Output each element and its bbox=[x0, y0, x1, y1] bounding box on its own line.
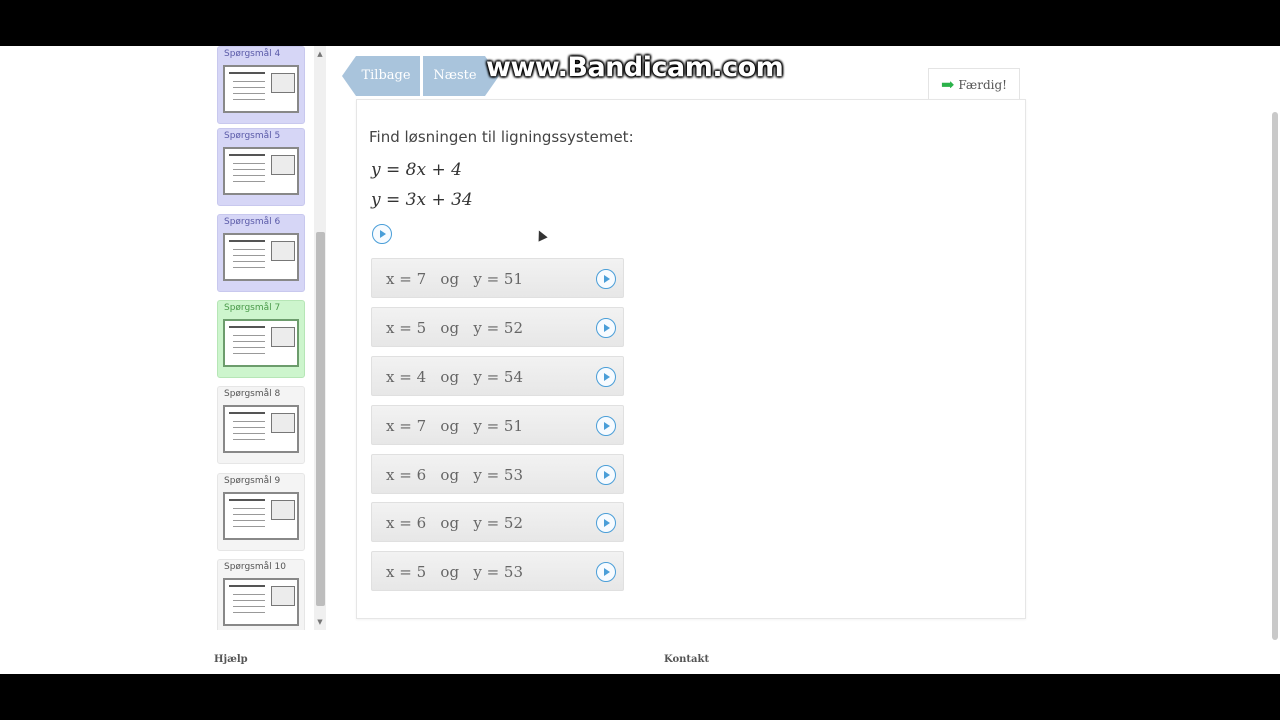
sidebar-scrollbar-thumb[interactable] bbox=[316, 232, 325, 606]
bandicam-watermark: www.Bandicam.com bbox=[486, 52, 784, 83]
sidebar-item-question-7[interactable]: Spørgsmål 7 bbox=[217, 300, 305, 378]
answer-option-1[interactable]: x = 7 og y = 51 bbox=[371, 258, 624, 298]
sidebar-item-label: Spørgsmål 6 bbox=[224, 217, 281, 227]
answer-option-4[interactable]: x = 7 og y = 51 bbox=[371, 405, 624, 445]
answer-text: x = 5 og y = 52 bbox=[386, 319, 524, 337]
play-audio-icon[interactable] bbox=[596, 416, 616, 436]
sidebar-item-question-9[interactable]: Spørgsmål 9 bbox=[217, 473, 305, 551]
thumbnail-preview bbox=[223, 319, 299, 367]
answer-text: x = 5 og y = 53 bbox=[386, 563, 524, 581]
answer-option-2[interactable]: x = 5 og y = 52 bbox=[371, 307, 624, 347]
sidebar-item-label: Spørgsmål 8 bbox=[224, 389, 281, 399]
arrow-right-icon: ➡ bbox=[941, 75, 955, 94]
equation-1: y = 8x + 4 bbox=[371, 160, 462, 180]
sidebar-item-label: Spørgsmål 7 bbox=[224, 303, 281, 313]
back-button[interactable]: Tilbage bbox=[342, 56, 420, 96]
play-audio-icon[interactable] bbox=[596, 513, 616, 533]
answer-option-5[interactable]: x = 6 og y = 53 bbox=[371, 454, 624, 494]
scroll-down-icon[interactable]: ▼ bbox=[316, 618, 324, 626]
play-audio-icon[interactable] bbox=[372, 224, 392, 244]
answer-text: x = 7 og y = 51 bbox=[386, 417, 524, 435]
sidebar-item-label: Spørgsmål 4 bbox=[224, 49, 281, 59]
answer-text: x = 7 og y = 51 bbox=[386, 270, 524, 288]
answer-option-6[interactable]: x = 6 og y = 52 bbox=[371, 502, 624, 542]
help-link[interactable]: Hjælp bbox=[214, 654, 248, 665]
play-audio-icon[interactable] bbox=[596, 269, 616, 289]
thumbnail-preview bbox=[223, 492, 299, 540]
answer-text: x = 6 og y = 53 bbox=[386, 466, 524, 484]
sidebar-item-question-5[interactable]: Spørgsmål 5 bbox=[217, 128, 305, 206]
play-audio-icon[interactable] bbox=[596, 318, 616, 338]
finish-label: Færdig! bbox=[958, 77, 1007, 92]
play-audio-icon[interactable] bbox=[596, 367, 616, 387]
sidebar-item-label: Spørgsmål 9 bbox=[224, 476, 281, 486]
sidebar-item-question-4[interactable]: Spørgsmål 4 bbox=[217, 46, 305, 124]
sidebar-item-label: Spørgsmål 5 bbox=[224, 131, 281, 141]
finish-button[interactable]: ➡ Færdig! bbox=[928, 68, 1020, 100]
play-audio-icon[interactable] bbox=[596, 562, 616, 582]
answer-option-7[interactable]: x = 5 og y = 53 bbox=[371, 551, 624, 591]
sidebar-item-question-10[interactable]: Spørgsmål 10 bbox=[217, 559, 305, 630]
sidebar-item-question-6[interactable]: Spørgsmål 6 bbox=[217, 214, 305, 292]
thumbnail-preview bbox=[223, 578, 299, 626]
thumbnail-preview bbox=[223, 147, 299, 195]
question-prompt: Find løsningen til ligningssystemet: bbox=[369, 128, 634, 146]
answer-option-3[interactable]: x = 4 og y = 54 bbox=[371, 356, 624, 396]
question-sidebar: Spørgsmål 4 Spørgsmål 5 Spørgsmål 6 Spør… bbox=[212, 46, 327, 630]
page-scrollbar[interactable] bbox=[1272, 112, 1278, 640]
answer-text: x = 6 og y = 52 bbox=[386, 514, 524, 532]
sidebar-item-label: Spørgsmål 10 bbox=[224, 562, 286, 572]
thumbnail-preview bbox=[223, 65, 299, 113]
answer-text: x = 4 og y = 54 bbox=[386, 368, 524, 386]
thumbnail-preview bbox=[223, 405, 299, 453]
thumbnail-preview bbox=[223, 233, 299, 281]
contact-link[interactable]: Kontakt bbox=[664, 654, 709, 665]
scroll-up-icon[interactable]: ▲ bbox=[316, 50, 324, 58]
sidebar-item-question-8[interactable]: Spørgsmål 8 bbox=[217, 386, 305, 464]
equation-2: y = 3x + 34 bbox=[371, 190, 473, 210]
app-screen: Spørgsmål 4 Spørgsmål 5 Spørgsmål 6 Spør… bbox=[0, 46, 1280, 674]
question-panel: Find løsningen til ligningssystemet: y =… bbox=[356, 99, 1026, 619]
play-audio-icon[interactable] bbox=[596, 465, 616, 485]
